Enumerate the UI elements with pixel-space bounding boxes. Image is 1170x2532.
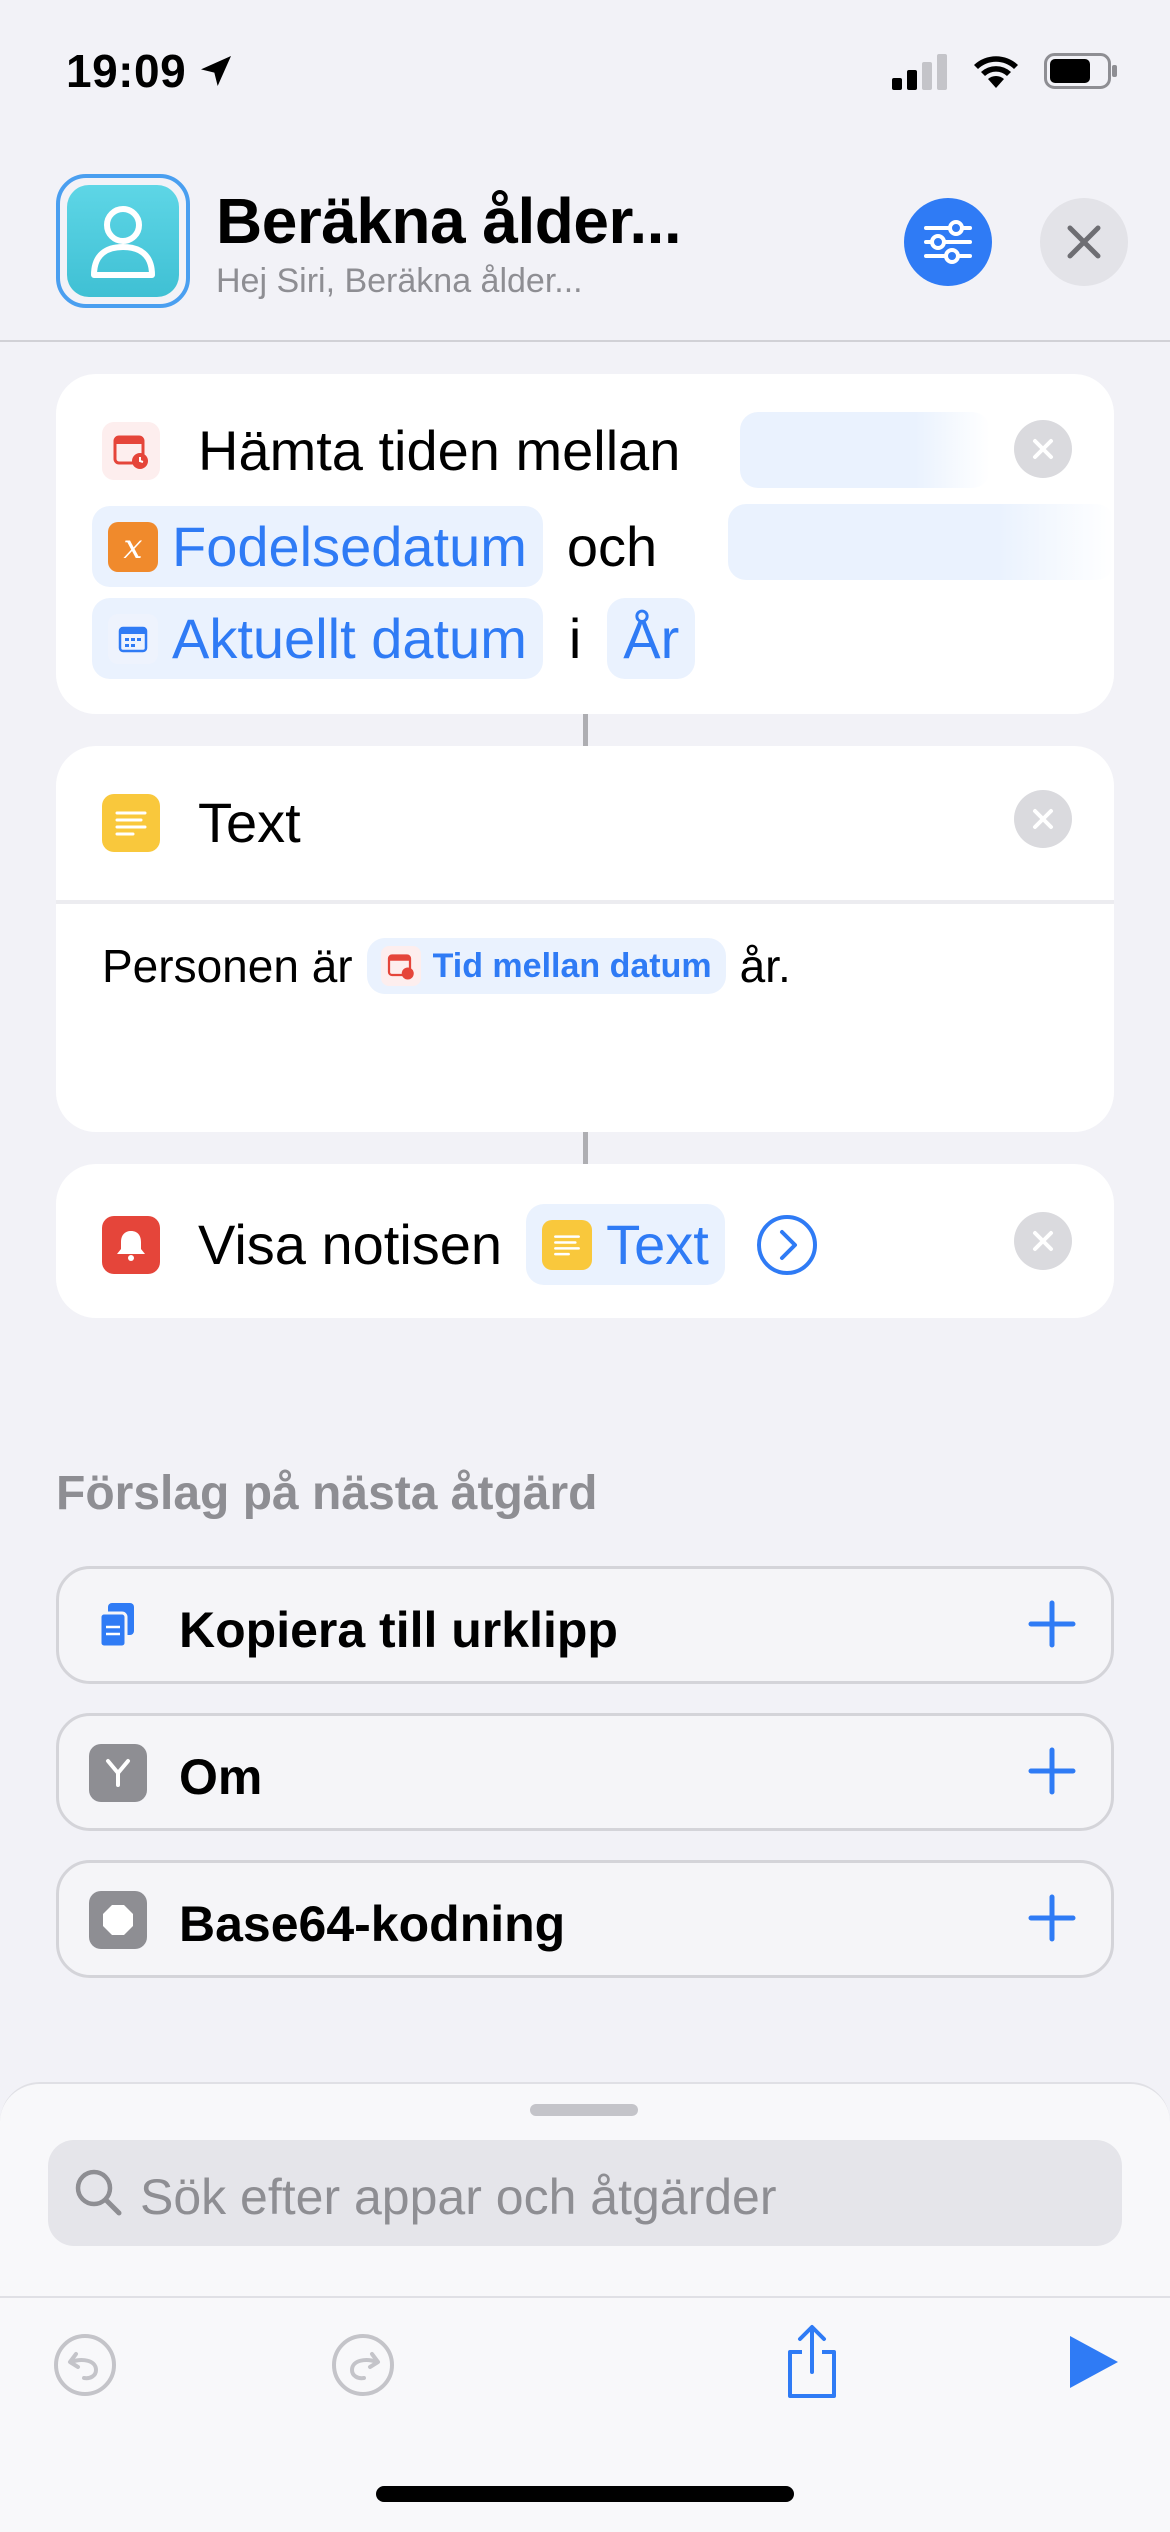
text-variable-token[interactable]: Text: [526, 1204, 725, 1285]
and-label: och: [566, 515, 658, 578]
sheet-grabber[interactable]: [530, 2104, 638, 2116]
share-icon[interactable]: [780, 2322, 844, 2402]
suggestions-title: Förslag på nästa åtgärd: [56, 1467, 598, 1520]
shortcut-header: Beräkna ålder... Hej Siri, Beräkna ålder…: [0, 150, 1170, 342]
sliders-icon: [924, 220, 972, 264]
close-icon: [1067, 225, 1101, 259]
empty-parameter-1[interactable]: [740, 412, 990, 488]
plus-icon[interactable]: [1021, 1740, 1083, 1802]
suggestion-base64-encode[interactable]: Base64-kodning: [56, 1860, 1114, 1978]
branch-icon: [89, 1744, 147, 1802]
suggestion-label: Kopiera till urklipp: [179, 1602, 618, 1658]
calendar-clock-icon: [380, 946, 421, 986]
text-lines-icon: [102, 793, 160, 852]
text-content-field[interactable]: Personen är Tid mellan datum år.: [102, 938, 791, 994]
text-action[interactable]: Text Personen är Tid mellan datum år.: [56, 746, 1114, 1132]
search-field[interactable]: Sök efter appar och åtgärder: [48, 2140, 1122, 2246]
text-action-label: Text: [198, 791, 301, 854]
chevron-right-circle-icon[interactable]: [755, 1213, 819, 1277]
person-icon: [67, 185, 179, 297]
cellular-signal-icon: [892, 54, 947, 90]
suggestion-label: Om: [179, 1749, 263, 1805]
close-icon: [1033, 439, 1053, 459]
text-content-prefix: Personen är: [102, 940, 353, 992]
birthdate-token-label: Fodelsedatum: [172, 515, 527, 578]
shortcut-icon-button[interactable]: [56, 174, 190, 308]
show-notification-label: Visa notisen: [198, 1213, 503, 1276]
current-date-token[interactable]: Aktuellt datum: [92, 598, 543, 679]
search-placeholder: Sök efter appar och åtgärder: [140, 2169, 777, 2225]
status-bar: 19:09: [0, 0, 1170, 150]
close-button[interactable]: [1040, 198, 1128, 286]
calendar-clock-icon: [102, 421, 160, 480]
text-lines-icon: [542, 1219, 593, 1270]
settings-button[interactable]: [904, 198, 992, 286]
suggestion-label: Base64-kodning: [179, 1896, 566, 1952]
action-connector: [583, 1132, 588, 1164]
wifi-icon: [974, 56, 1018, 88]
suggestion-if[interactable]: Om: [56, 1713, 1114, 1831]
variable-icon: x: [108, 521, 158, 572]
current-date-label: Aktuellt datum: [172, 607, 527, 670]
remove-action-button[interactable]: [1014, 420, 1072, 478]
play-icon[interactable]: [1066, 2332, 1122, 2392]
search-icon: [75, 2169, 122, 2216]
time-between-dates-token[interactable]: Tid mellan datum: [366, 938, 726, 994]
octagon-icon: [89, 1891, 147, 1949]
plus-icon[interactable]: [1021, 1593, 1083, 1655]
status-time: 19:09: [66, 44, 236, 98]
show-notification-action[interactable]: Visa notisen Text: [56, 1164, 1114, 1318]
siri-phrase: Hej Siri, Beräkna ålder...: [216, 262, 583, 300]
unit-label: År: [623, 607, 680, 670]
get-time-label: Hämta tiden mellan: [198, 419, 681, 482]
action-connector: [583, 714, 588, 746]
unit-year-token[interactable]: År: [607, 598, 696, 679]
birthdate-variable-token[interactable]: x Fodelsedatum: [92, 506, 543, 587]
divider: [56, 900, 1114, 904]
remove-action-button[interactable]: [1014, 790, 1072, 848]
undo-icon[interactable]: [52, 2332, 118, 2398]
get-time-between-action[interactable]: Hämta tiden mellan x Fodelsedatum och Ak…: [56, 374, 1114, 714]
time-between-token-label: Tid mellan datum: [432, 946, 712, 985]
text-content-suffix: år.: [739, 940, 791, 992]
text-token-label: Text: [606, 1213, 709, 1276]
remove-action-button[interactable]: [1014, 1212, 1072, 1270]
in-label: i: [568, 607, 582, 670]
time-label: 19:09: [66, 45, 187, 97]
bell-icon: [102, 1215, 160, 1274]
battery-icon: [1044, 53, 1117, 89]
location-arrow-icon: [201, 56, 232, 86]
empty-parameter-2[interactable]: [728, 504, 1114, 580]
close-icon: [1033, 1231, 1053, 1251]
shortcut-title[interactable]: Beräkna ålder...: [216, 184, 682, 258]
home-indicator: [376, 2486, 794, 2502]
calendar-icon: [108, 613, 158, 664]
plus-icon[interactable]: [1021, 1887, 1083, 1949]
clipboard-icon: [89, 1597, 147, 1655]
close-icon: [1033, 809, 1053, 829]
redo-icon[interactable]: [330, 2332, 396, 2398]
suggestion-copy-to-clipboard[interactable]: Kopiera till urklipp: [56, 1566, 1114, 1684]
